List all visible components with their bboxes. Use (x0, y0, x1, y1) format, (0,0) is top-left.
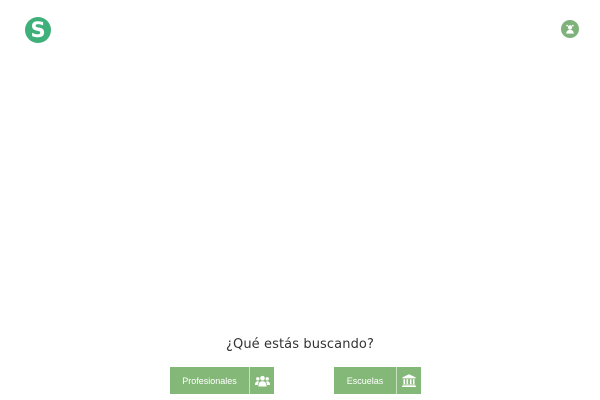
page: S ¿Qué estás buscando? Profesionales Esc… (0, 0, 600, 400)
institution-building-icon (402, 374, 416, 387)
escuelas-label: Escuelas (334, 367, 396, 394)
search-question: ¿Qué estás buscando? (226, 337, 374, 352)
logo-letter: S (30, 18, 46, 42)
profesionales-icon-box (249, 367, 274, 394)
user-menu-button[interactable] (561, 20, 579, 38)
users-group-icon (254, 375, 270, 386)
escuelas-icon-box (396, 367, 421, 394)
logo[interactable]: S (25, 17, 51, 43)
escuelas-button[interactable]: Escuelas (334, 367, 421, 394)
profesionales-button[interactable]: Profesionales (170, 367, 274, 394)
user-circle-icon (566, 24, 574, 34)
profesionales-label: Profesionales (170, 367, 249, 394)
